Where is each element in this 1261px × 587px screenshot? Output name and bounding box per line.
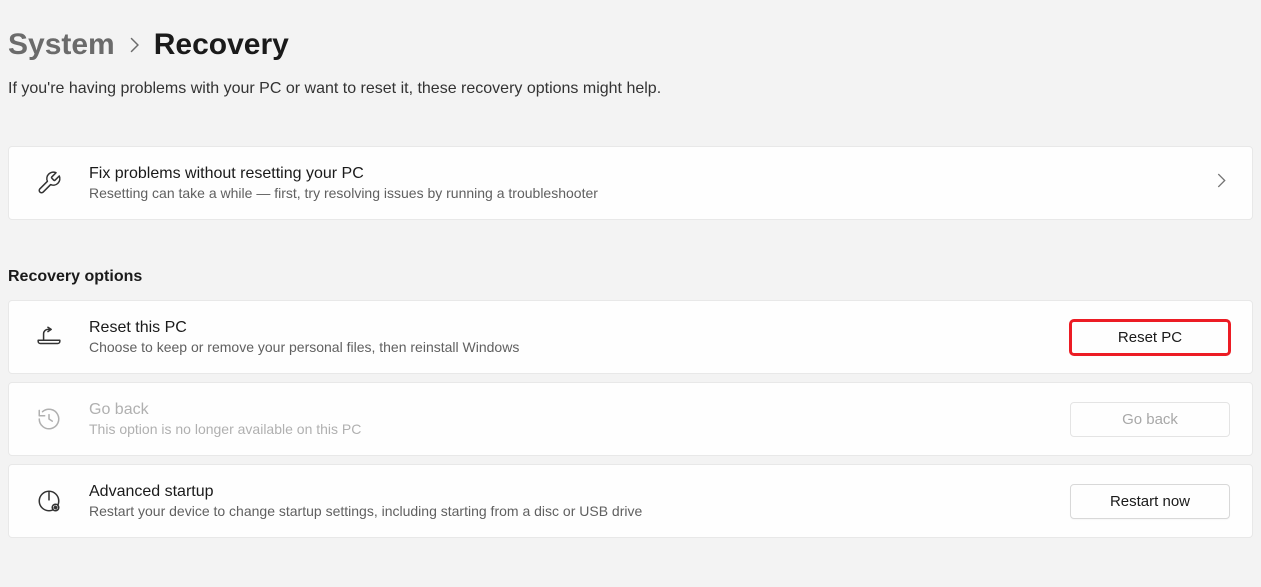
reset-pc-icon — [35, 323, 63, 351]
troubleshoot-sub: Resetting can take a while — first, try … — [89, 185, 1187, 201]
go-back-icon — [35, 405, 63, 433]
troubleshoot-card[interactable]: Fix problems without resetting your PC R… — [8, 146, 1253, 220]
breadcrumb-parent-system[interactable]: System — [8, 28, 115, 62]
intro-text: If you're having problems with your PC o… — [8, 80, 1253, 98]
chevron-right-icon — [1213, 173, 1230, 193]
reset-pc-body: Reset this PC Choose to keep or remove y… — [89, 319, 1044, 355]
wrench-icon — [35, 169, 63, 197]
advanced-startup-body: Advanced startup Restart your device to … — [89, 483, 1044, 519]
advanced-startup-title: Advanced startup — [89, 483, 1044, 501]
reset-pc-button[interactable]: Reset PC — [1070, 320, 1230, 355]
restart-now-button[interactable]: Restart now — [1070, 484, 1230, 519]
go-back-action: Go back — [1070, 402, 1230, 437]
advanced-startup-card: Advanced startup Restart your device to … — [8, 464, 1253, 538]
reset-pc-action: Reset PC — [1070, 320, 1230, 355]
reset-pc-sub: Choose to keep or remove your personal f… — [89, 339, 1044, 355]
troubleshoot-title: Fix problems without resetting your PC — [89, 165, 1187, 183]
troubleshoot-body: Fix problems without resetting your PC R… — [89, 165, 1187, 201]
chevron-right-icon — [129, 37, 140, 53]
advanced-startup-action: Restart now — [1070, 484, 1230, 519]
advanced-startup-icon — [35, 487, 63, 515]
page-title: Recovery — [154, 28, 289, 62]
advanced-startup-sub: Restart your device to change startup se… — [89, 503, 1044, 519]
go-back-button: Go back — [1070, 402, 1230, 437]
reset-pc-card: Reset this PC Choose to keep or remove y… — [8, 300, 1253, 374]
go-back-title: Go back — [89, 401, 1044, 419]
breadcrumb: System Recovery — [8, 28, 1253, 62]
go-back-body: Go back This option is no longer availab… — [89, 401, 1044, 437]
reset-pc-title: Reset this PC — [89, 319, 1044, 337]
go-back-card: Go back This option is no longer availab… — [8, 382, 1253, 456]
recovery-options-header: Recovery options — [8, 268, 1253, 286]
go-back-sub: This option is no longer available on th… — [89, 421, 1044, 437]
